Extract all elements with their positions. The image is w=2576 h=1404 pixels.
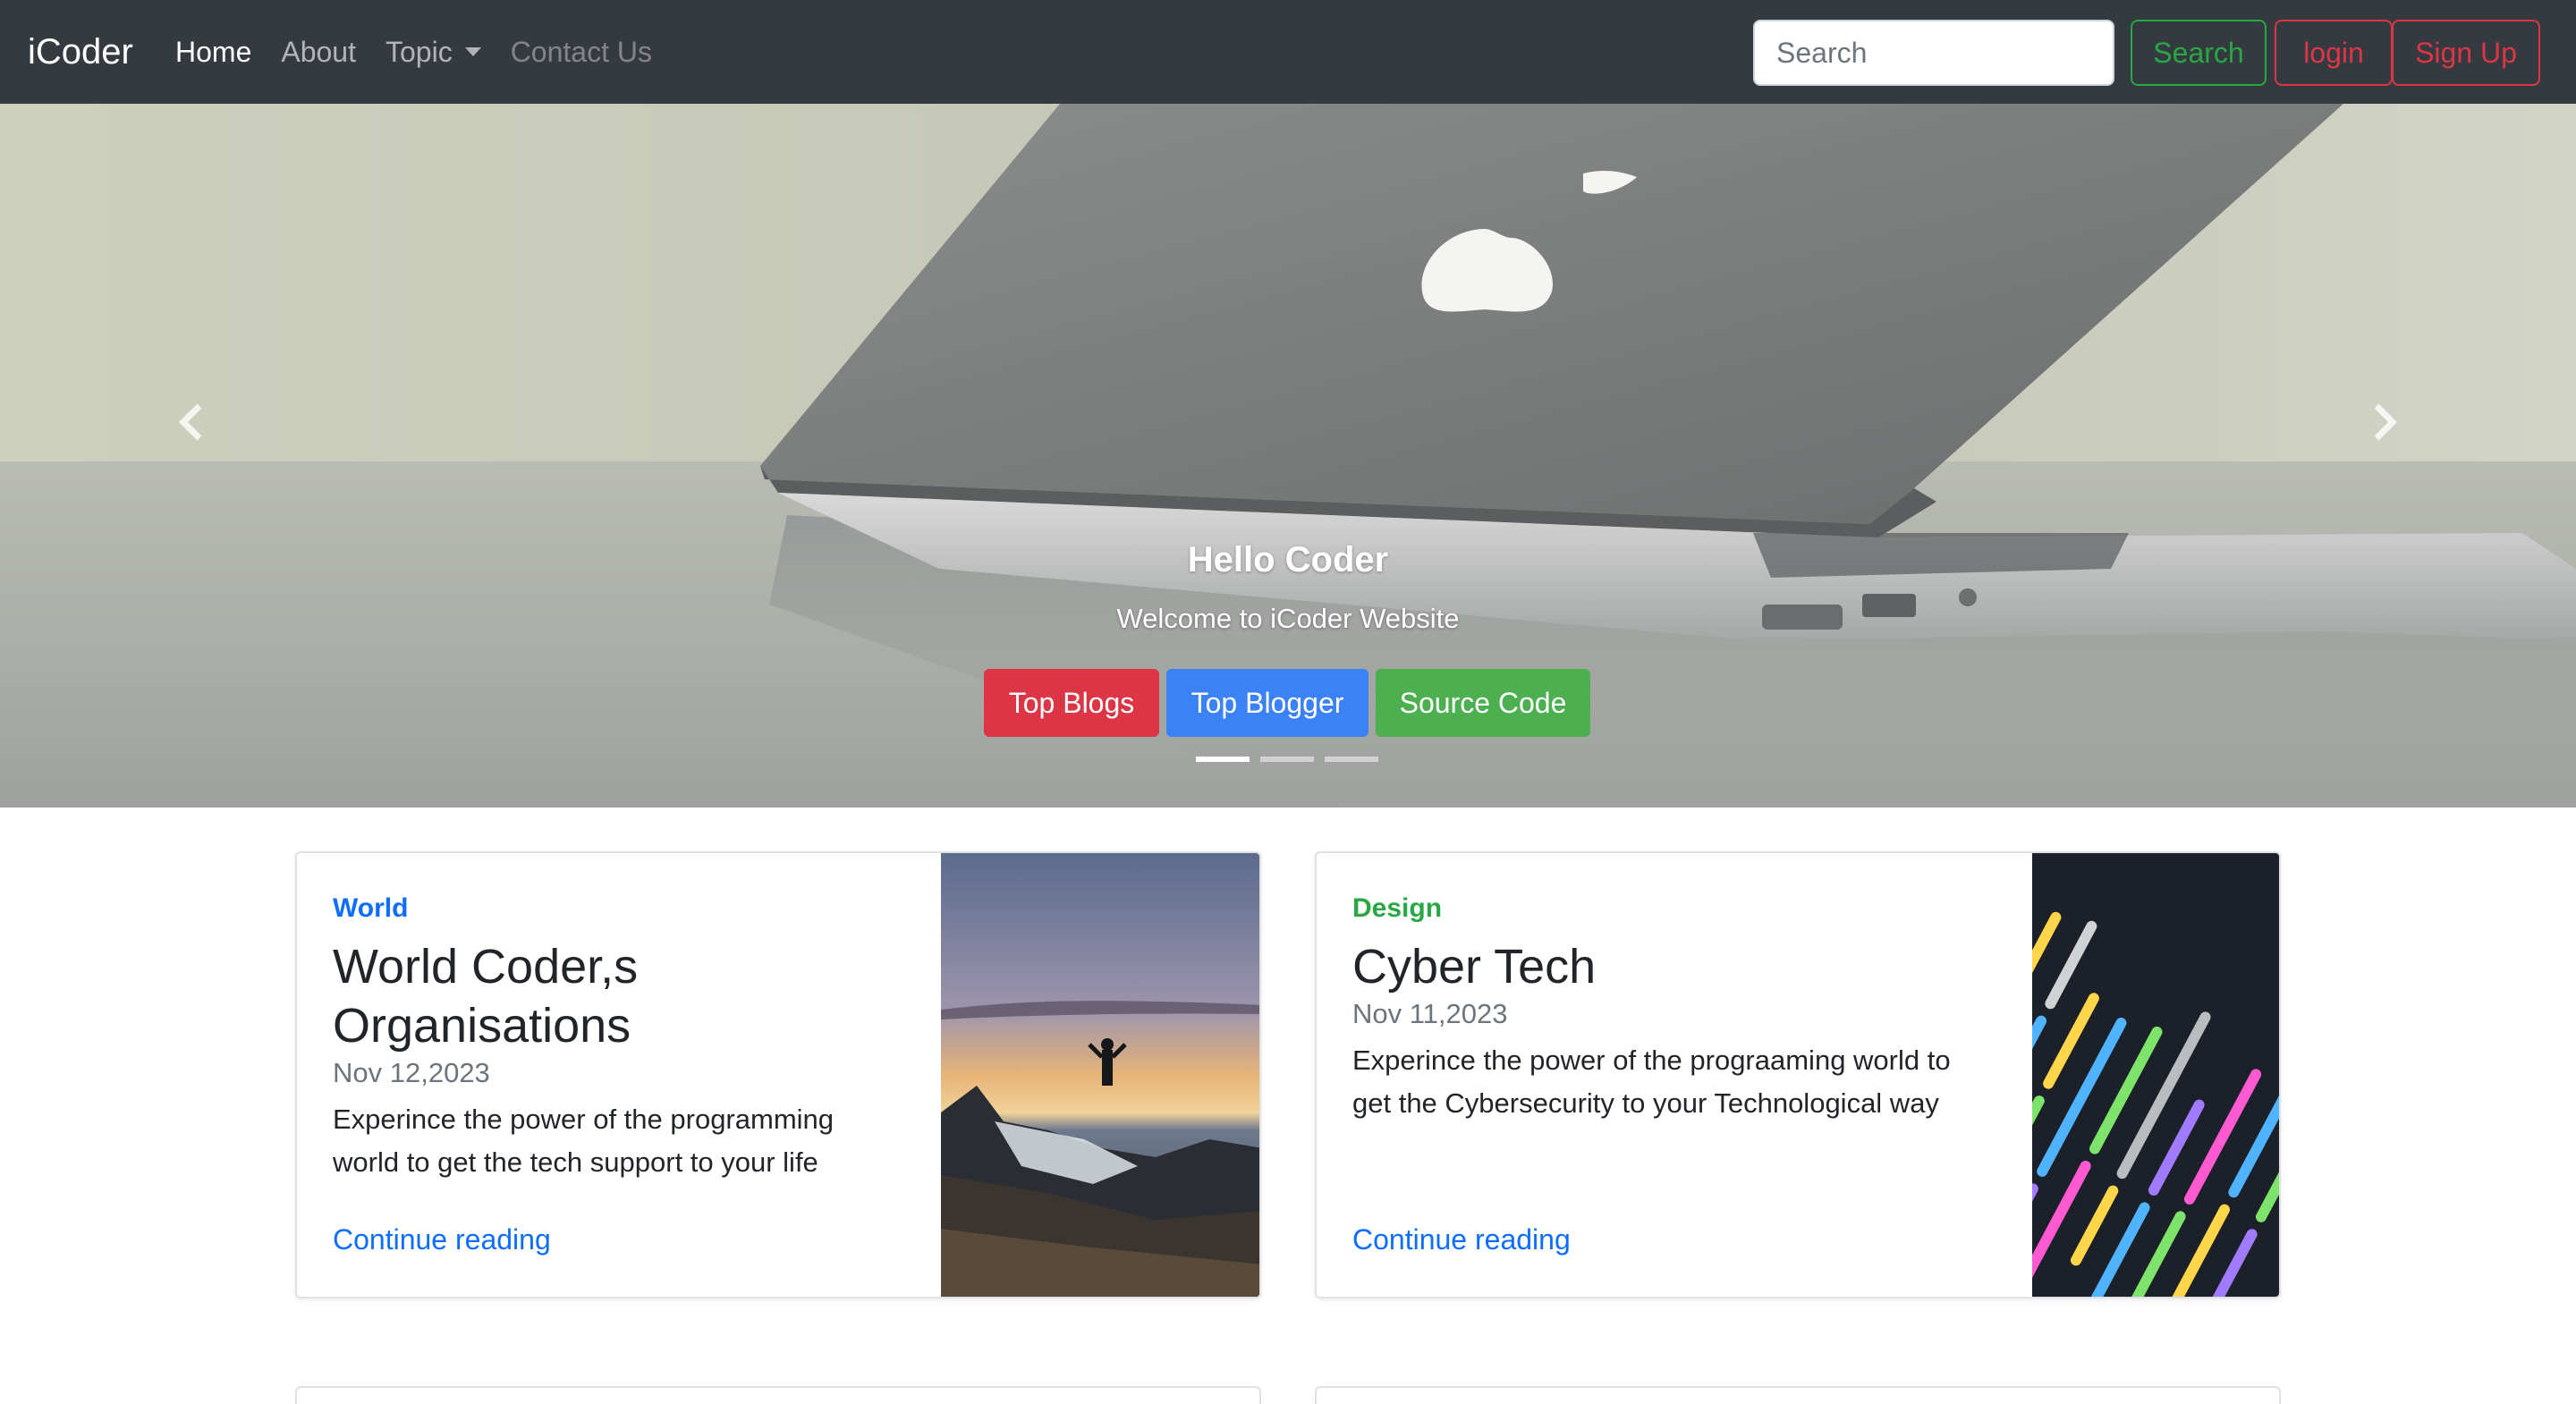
card-body: Design Cyber Tech Nov 11,2023 Experince … [1352,892,1951,1125]
navbar: iCoder Home About Topic Contact Us Searc… [0,0,2576,104]
brand-logo[interactable]: iCoder [28,30,133,73]
card-text-line: get the Cybersecurity to your Technologi… [1352,1087,1939,1119]
nav-about[interactable]: About [281,34,356,70]
carousel-indicator-3[interactable] [1325,757,1378,762]
carousel-indicator-2[interactable] [1260,757,1314,762]
continue-reading-link[interactable]: Continue reading [1352,1223,1571,1256]
card-date: Nov 12,2023 [333,1057,490,1088]
blog-card-partial [295,1386,1261,1404]
search-input[interactable] [1753,20,2114,86]
nav-topic-dropdown[interactable]: Topic [386,34,481,70]
card-title: World Coder,s Organisations [333,937,834,1055]
carousel-indicators [1196,757,1378,762]
blog-card-design: Design Cyber Tech Nov 11,2023 Experince … [1315,851,2281,1298]
carousel-next[interactable] [2348,386,2419,458]
carousel-indicator-1[interactable] [1196,757,1250,762]
source-code-button[interactable]: Source Code [1376,669,1590,737]
nav-home[interactable]: Home [175,34,251,70]
card-text-line: world to get the tech support to your li… [333,1146,818,1178]
nav-links: Home About Topic Contact Us [175,34,652,70]
blog-card-world: World World Coder,s Organisations Nov 12… [295,851,1261,1298]
nav-contact[interactable]: Contact Us [511,34,652,70]
chevron-left-icon [179,403,202,441]
top-blogger-button[interactable]: Top Blogger [1166,669,1368,737]
card-category: World [333,893,409,923]
card-text-line: Experince the power of the programming [333,1104,835,1135]
signup-button[interactable]: Sign Up [2392,20,2540,86]
card-title-line: Cyber Tech [1352,940,1597,994]
carousel-buttons: Top Blogs Top Blogger Source Code [984,669,1590,737]
hero-carousel: Hello Coder Welcome to iCoder Website To… [0,104,2576,808]
card-title-line: Organisations [333,999,631,1053]
carousel-caption-title: Hello Coder [1187,540,1389,579]
card-category: Design [1352,893,1443,923]
card-date: Nov 11,2023 [1352,998,1508,1029]
card-title: Cyber Tech [1352,937,1951,996]
chevron-right-icon [2374,403,2397,441]
nav-topic-label: Topic [385,36,453,68]
carousel-prev[interactable] [157,386,228,458]
card-image-code [2032,853,2279,1297]
card-text: Experince the power of the prograaming w… [1352,1039,1951,1125]
card-text-line: Experince the power of the prograaming w… [1352,1045,1951,1076]
card-body: World World Coder,s Organisations Nov 12… [333,892,834,1184]
card-title-line: World Coder,s [333,940,639,994]
carousel-caption-subtitle: Welcome to iCoder Website [1116,603,1460,634]
card-text: Experince the power of the programming w… [333,1098,834,1184]
search-button[interactable]: Search [2131,20,2267,86]
caret-down-icon [464,47,481,56]
login-button[interactable]: login [2275,20,2393,86]
blog-card-partial [1315,1386,2281,1404]
continue-reading-link[interactable]: Continue reading [333,1223,551,1256]
card-image-sea-rocks [941,853,1259,1297]
top-blogs-button[interactable]: Top Blogs [984,669,1159,737]
